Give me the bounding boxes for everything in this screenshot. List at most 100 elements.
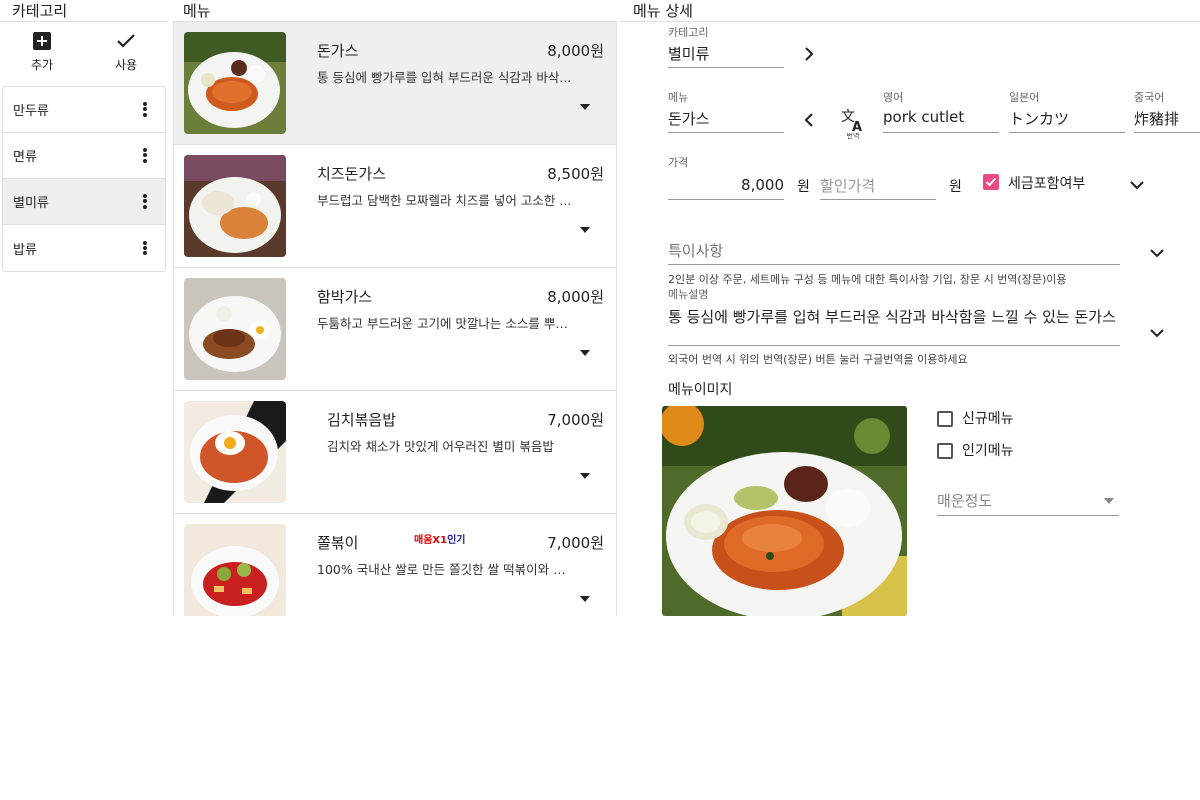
translate-button[interactable]: 文 A 번역 bbox=[838, 106, 868, 140]
chevron-down-icon[interactable] bbox=[1148, 246, 1166, 260]
discount-unit: 원 bbox=[949, 179, 962, 195]
field-underline bbox=[883, 132, 999, 133]
menu-price: 7,000원 bbox=[547, 534, 604, 552]
japanese-field[interactable]: トンカツ bbox=[1009, 108, 1125, 129]
spicy-level-select[interactable]: 매운정도 bbox=[937, 490, 1102, 511]
spicy-tag: 매움X1 bbox=[414, 535, 448, 546]
menu-card[interactable]: 김치볶음밥 7,000원 김치와 채소가 맛있게 어우러진 별미 볶음밥 bbox=[174, 391, 616, 514]
menu-description: 두툼하고 부드러운 고기에 맛깔나는 소스를 뿌린... bbox=[317, 316, 572, 331]
chevron-down-icon[interactable] bbox=[1148, 326, 1166, 340]
discount-price-field[interactable]: 할인가격 bbox=[820, 175, 936, 196]
tax-included-checkbox[interactable] bbox=[983, 174, 999, 190]
menu-field-label: 메뉴 bbox=[668, 91, 689, 104]
more-vert-icon[interactable] bbox=[137, 100, 153, 120]
add-category-button[interactable]: 추가 bbox=[0, 22, 84, 84]
menu-name: 쫄볶이 bbox=[317, 534, 359, 552]
chevron-right-icon[interactable] bbox=[800, 44, 818, 64]
svg-text:A: A bbox=[852, 120, 862, 133]
english-field[interactable]: pork cutlet bbox=[883, 108, 999, 126]
popular-menu-checkbox[interactable] bbox=[937, 443, 953, 459]
translate-icon: 文 A bbox=[841, 109, 862, 133]
field-underline bbox=[668, 199, 784, 200]
menu-tag: 매움X1인기 bbox=[414, 531, 465, 546]
menu-card[interactable]: 쫄볶이 매움X1인기 7,000원 100% 국내산 쌀로 만든 쫄깃한 쌀 떡… bbox=[174, 514, 616, 616]
menu-list-panel: 돈가스 8,000원 통 등심에 빵가루를 입혀 부드러운 식감과 바삭... … bbox=[173, 22, 617, 616]
chevron-down-icon[interactable] bbox=[1128, 178, 1146, 192]
translate-icon-caption: 번역 bbox=[846, 132, 860, 140]
menu-description: 통 등심에 빵가루를 입혀 부드러운 식감과 바삭... bbox=[317, 70, 572, 85]
use-category-button[interactable]: 사용 bbox=[84, 22, 168, 84]
english-field-label: 영어 bbox=[883, 91, 904, 104]
field-underline bbox=[1134, 132, 1200, 133]
field-underline bbox=[668, 67, 784, 68]
chinese-field[interactable]: 炸豬排 bbox=[1134, 108, 1200, 129]
category-item-label: 밥류 bbox=[13, 242, 37, 258]
menu-price: 7,000원 bbox=[547, 411, 604, 429]
menu-card[interactable]: 함박가스 8,000원 두툼하고 부드러운 고기에 맛깔나는 소스를 뿌린... bbox=[174, 268, 616, 391]
category-item-mandu[interactable]: 만두류 bbox=[3, 87, 165, 133]
menu-name: 치즈돈가스 bbox=[317, 165, 387, 183]
expand-caret-icon[interactable] bbox=[580, 596, 590, 602]
menu-price: 8,500원 bbox=[547, 165, 604, 183]
expand-caret-icon[interactable] bbox=[580, 104, 590, 110]
field-underline bbox=[668, 345, 1120, 346]
description-field-label: 메뉴설명 bbox=[668, 288, 709, 301]
more-vert-icon[interactable] bbox=[137, 192, 153, 212]
category-panel: 추가 사용 만두류 면류 별미류 밥류 bbox=[0, 22, 168, 272]
category-field-label: 카테고리 bbox=[668, 26, 709, 39]
category-item-label: 별미류 bbox=[13, 196, 49, 211]
more-vert-icon[interactable] bbox=[137, 238, 153, 258]
category-item-label: 면류 bbox=[13, 150, 37, 165]
menu-name: 함박가스 bbox=[317, 288, 373, 306]
menu-image-label: 메뉴이미지 bbox=[668, 382, 733, 398]
field-underline bbox=[937, 515, 1119, 516]
category-item-label: 만두류 bbox=[13, 104, 49, 119]
expand-caret-icon[interactable] bbox=[580, 227, 590, 233]
chinese-field-label: 중국어 bbox=[1134, 91, 1165, 104]
category-item-noodles[interactable]: 면류 bbox=[3, 133, 165, 179]
menu-image[interactable] bbox=[662, 406, 907, 616]
check-icon bbox=[117, 34, 135, 48]
menu-name-field[interactable]: 돈가스 bbox=[668, 108, 784, 129]
chevron-left-icon[interactable] bbox=[800, 110, 818, 130]
menu-thumbnail bbox=[184, 155, 286, 257]
expand-caret-icon[interactable] bbox=[580, 350, 590, 356]
field-underline bbox=[668, 264, 1120, 265]
add-box-icon bbox=[33, 32, 51, 50]
popular-menu-label: 인기메뉴 bbox=[962, 443, 1014, 459]
japanese-field-label: 일본어 bbox=[1009, 91, 1040, 104]
dropdown-arrow-icon[interactable] bbox=[1104, 498, 1114, 504]
menu-detail-panel: 카테고리 별미류 메뉴 돈가스 文 A 번역 영어 pork cutlet 일본… bbox=[620, 22, 1200, 616]
field-underline bbox=[820, 199, 936, 200]
category-item-specialty[interactable]: 별미류 bbox=[3, 179, 165, 225]
menu-card[interactable]: 돈가스 8,000원 통 등심에 빵가루를 입혀 부드러운 식감과 바삭... bbox=[174, 22, 616, 145]
menu-price: 8,000원 bbox=[547, 288, 604, 306]
category-header: 카테고리 bbox=[12, 2, 68, 20]
more-vert-icon[interactable] bbox=[137, 146, 153, 166]
menu-thumbnail bbox=[184, 32, 286, 134]
description-helper: 외국어 번역 시 위의 번역(장문) 버튼 눌러 구글번역을 이용하세요 bbox=[668, 353, 968, 366]
category-field[interactable]: 별미류 bbox=[668, 43, 784, 64]
field-underline bbox=[668, 132, 784, 133]
menu-thumbnail bbox=[184, 524, 286, 616]
category-toolbar: 추가 사용 bbox=[0, 22, 168, 84]
menu-thumbnail bbox=[184, 401, 286, 503]
tax-included-label: 세금포함여부 bbox=[1008, 176, 1086, 192]
menu-thumbnail bbox=[184, 278, 286, 380]
menu-description: 부드럽고 담백한 모짜렐라 치즈를 넣어 고소한 ... bbox=[317, 193, 572, 208]
special-notes-field[interactable]: 특이사항 bbox=[668, 240, 1120, 261]
category-item-rice[interactable]: 밥류 bbox=[3, 225, 165, 271]
description-field[interactable]: 통 등심에 빵가루를 입혀 부드러운 식감과 바삭함을 느낄 수 있는 돈가스 bbox=[668, 306, 1128, 327]
popular-tag: 인기 bbox=[447, 535, 466, 546]
add-label: 추가 bbox=[30, 58, 54, 72]
price-field[interactable]: 8,000 bbox=[668, 176, 784, 194]
menu-description: 100% 국내산 쌀로 만든 쫄깃한 쌀 떡볶이와 쫄... bbox=[317, 562, 572, 577]
menu-name: 김치볶음밥 bbox=[327, 411, 397, 429]
menu-name: 돈가스 bbox=[317, 42, 359, 60]
special-notes-helper: 2인분 이상 주문, 세트메뉴 구성 등 메뉴에 대한 특이사항 기입, 장문 … bbox=[668, 273, 1067, 286]
new-menu-checkbox[interactable] bbox=[937, 411, 953, 427]
expand-caret-icon[interactable] bbox=[580, 473, 590, 479]
detail-header: 메뉴 상세 bbox=[633, 2, 693, 20]
price-unit: 원 bbox=[797, 179, 810, 195]
menu-card[interactable]: 치즈돈가스 8,500원 부드럽고 담백한 모짜렐라 치즈를 넣어 고소한 ..… bbox=[174, 145, 616, 268]
